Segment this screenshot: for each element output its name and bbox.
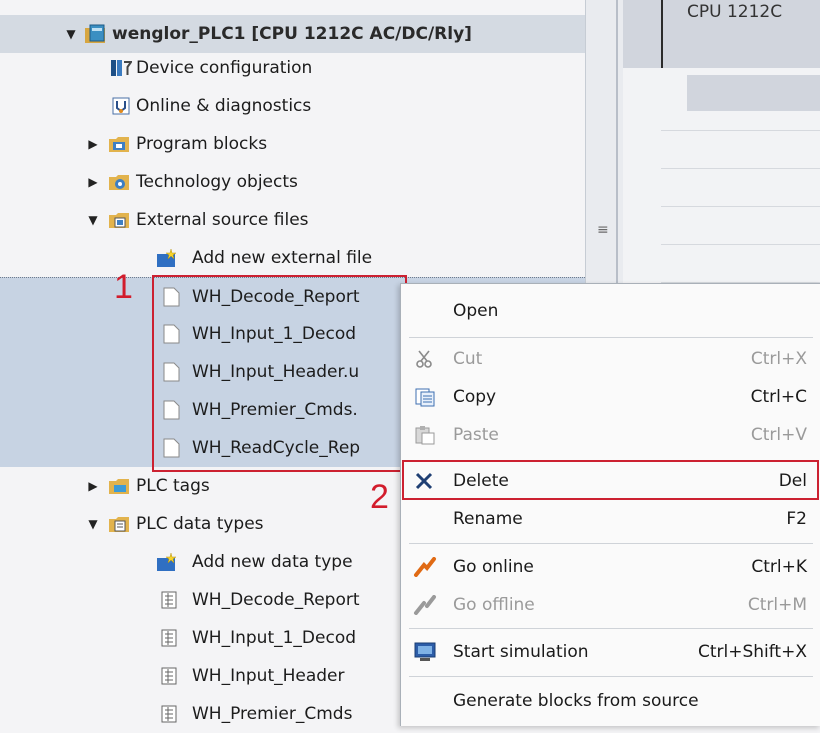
program-blocks-folder-icon <box>109 137 129 152</box>
tree-item-label: Add new external file <box>192 248 373 268</box>
tree-item-add-new-external-file[interactable]: Add new external file <box>0 239 585 277</box>
menu-item-go-online[interactable]: Go online Ctrl+K <box>401 548 820 586</box>
device-config-icon <box>111 60 132 76</box>
tree-node-plc[interactable]: ▼ wenglor_PLC1 [CPU 1212C AC/DC/Rly] <box>0 15 585 53</box>
external-source-folder-icon <box>109 213 129 228</box>
tree-node-label: wenglor_PLC1 [CPU 1212C AC/DC/Rly] <box>112 24 472 44</box>
simulation-monitor-icon <box>414 642 436 661</box>
step-marker-2: 2 <box>370 478 389 516</box>
menu-item-generate-blocks[interactable]: Generate blocks from source <box>401 682 820 720</box>
menu-shortcut: Ctrl+M <box>747 595 807 615</box>
menu-separator <box>409 628 813 629</box>
expand-arrow-icon[interactable]: ▶ <box>86 125 100 163</box>
menu-shortcut: Ctrl+V <box>750 425 807 445</box>
menu-label: Start simulation <box>453 642 589 662</box>
copy-icon <box>415 388 435 407</box>
selection-highlight-box <box>152 275 407 472</box>
menu-label: Copy <box>453 387 497 407</box>
grip-icon[interactable]: ≡ <box>597 222 609 238</box>
data-type-icon <box>161 629 177 647</box>
menu-label: Go online <box>453 557 534 577</box>
menu-shortcut: Ctrl+Shift+X <box>697 642 807 662</box>
menu-item-rename[interactable]: Rename F2 <box>401 500 820 538</box>
tree-item-label: PLC data types <box>136 514 264 534</box>
menu-shortcut: Ctrl+X <box>750 349 807 369</box>
menu-label: Rename <box>453 509 523 529</box>
menu-separator <box>409 543 813 544</box>
menu-shortcut: F2 <box>786 509 807 529</box>
tree-item-label: Device configuration <box>136 58 313 78</box>
device-title: CPU 1212C <box>687 2 783 22</box>
context-menu: Open Cut Ctrl+X Copy Ctrl+C Paste Ctrl+V… <box>400 283 820 726</box>
menu-item-open[interactable]: Open <box>401 292 820 330</box>
data-type-icon <box>161 591 177 609</box>
menu-item-go-offline[interactable]: Go offline Ctrl+M <box>401 586 820 624</box>
expand-arrow-icon[interactable]: ▼ <box>64 15 78 53</box>
menu-shortcut: Ctrl+K <box>751 557 807 577</box>
grid-line <box>661 130 820 131</box>
device-band <box>687 75 820 111</box>
expand-arrow-icon[interactable]: ▼ <box>86 201 100 239</box>
tree-item-label: External source files <box>136 210 309 230</box>
plc-data-types-folder-icon <box>109 517 129 532</box>
divider <box>661 0 663 68</box>
tree-item-label: PLC tags <box>136 476 210 496</box>
menu-shortcut: Ctrl+C <box>750 387 807 407</box>
menu-separator <box>409 676 813 677</box>
go-online-icon <box>414 557 436 577</box>
scissors-icon <box>416 350 432 368</box>
tree-item-technology-objects[interactable]: ▶ Technology objects <box>0 163 585 201</box>
menu-item-start-simulation[interactable]: Start simulation Ctrl+Shift+X <box>401 633 820 671</box>
tree-item-label: Online & diagnostics <box>136 96 312 116</box>
grid-line <box>661 206 820 207</box>
menu-label: Generate blocks from source <box>453 691 699 711</box>
tree-item-label: WH_Premier_Cmds <box>192 704 353 724</box>
add-new-icon <box>157 248 177 267</box>
go-offline-icon <box>414 595 436 615</box>
online-diagnostics-icon <box>112 97 130 115</box>
expand-arrow-icon[interactable]: ▶ <box>86 163 100 201</box>
device-title-bar: CPU 1212C <box>623 0 820 68</box>
technology-objects-folder-icon <box>109 175 129 190</box>
tree-item-label: WH_Decode_Report <box>192 590 360 610</box>
menu-item-paste[interactable]: Paste Ctrl+V <box>401 416 820 454</box>
data-type-icon <box>161 667 177 685</box>
add-new-icon <box>157 552 177 571</box>
tree-item-label: Add new data type <box>192 552 353 572</box>
step-marker-1: 1 <box>114 268 133 306</box>
tree-item-label: WH_Input_Header <box>192 666 345 686</box>
paste-icon <box>415 426 435 445</box>
tree-item-external-source-files[interactable]: ▼ External source files <box>0 201 585 239</box>
tree-item-label: Technology objects <box>136 172 298 192</box>
grid-line <box>661 244 820 245</box>
menu-label: Go offline <box>453 595 535 615</box>
menu-label: Paste <box>453 425 499 445</box>
plc-device-icon <box>85 24 105 43</box>
menu-item-copy[interactable]: Copy Ctrl+C <box>401 378 820 416</box>
expand-arrow-icon[interactable]: ▼ <box>86 505 100 543</box>
delete-highlight-box <box>402 460 819 500</box>
menu-separator <box>409 337 813 338</box>
tree-item-label: Program blocks <box>136 134 268 154</box>
tree-item-program-blocks[interactable]: ▶ Program blocks <box>0 125 585 163</box>
grid-line <box>661 168 820 169</box>
plc-tags-folder-icon <box>109 479 129 494</box>
data-type-icon <box>161 705 177 723</box>
expand-arrow-icon[interactable]: ▶ <box>86 467 100 505</box>
menu-label: Cut <box>453 349 483 369</box>
tree-item-online-diagnostics[interactable]: Online & diagnostics <box>0 87 585 125</box>
tree-item-device-configuration[interactable]: Device configuration <box>0 49 585 87</box>
menu-item-cut[interactable]: Cut Ctrl+X <box>401 340 820 378</box>
tree-item-label: WH_Input_1_Decod <box>192 628 357 648</box>
menu-label: Open <box>453 301 499 321</box>
